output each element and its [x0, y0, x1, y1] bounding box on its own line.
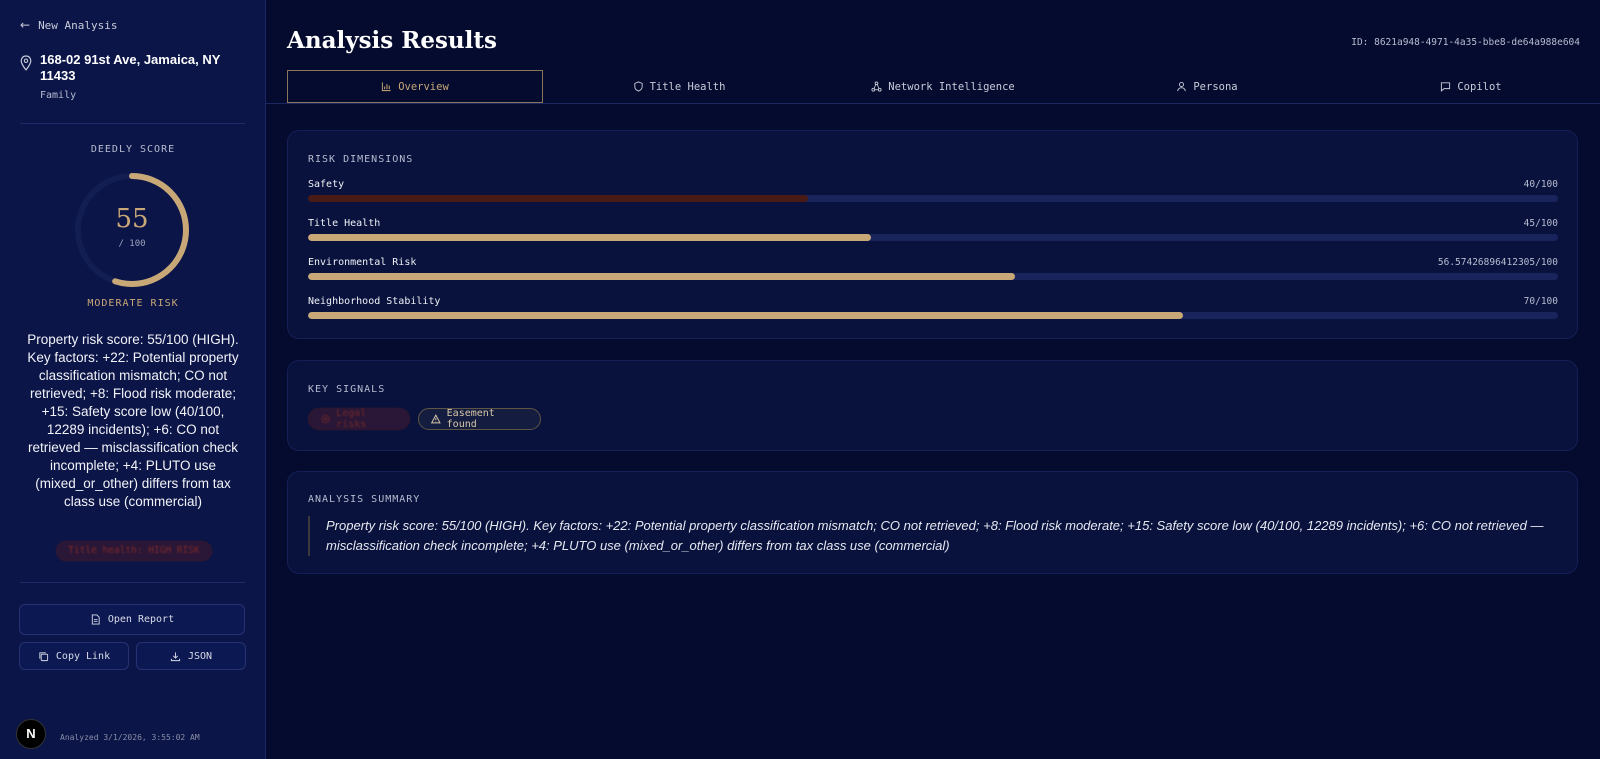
property-address: 168-02 91st Ave, Jamaica, NY 11433 [20, 52, 250, 84]
risk-level-label: MODERATE RISK [87, 298, 179, 309]
divider [20, 582, 245, 583]
tab-title-health[interactable]: Title Health [551, 70, 807, 103]
tab-bar: Overview Title Health Network Intelligen… [266, 70, 1600, 104]
score-value: 55 [115, 204, 149, 234]
tab-overview[interactable]: Overview [287, 70, 543, 103]
dimension-label: Title Health [308, 218, 381, 229]
tab-persona[interactable]: Persona [1079, 70, 1335, 103]
open-report-button[interactable]: Open Report [19, 604, 245, 635]
tab-label: Copilot [1457, 80, 1502, 93]
map-pin-icon [20, 55, 32, 71]
json-label: JSON [187, 650, 213, 662]
dimension-label: Neighborhood Stability [308, 296, 441, 307]
dimension-value: 56.57426896412305/100 [1437, 257, 1558, 268]
dimension-fill [308, 312, 1183, 319]
network-icon [871, 81, 882, 92]
signal-label: Legal risks [336, 408, 367, 430]
warning-triangle-icon [431, 414, 441, 424]
arrow-left-icon: ← [20, 18, 31, 32]
open-report-label: Open Report [107, 614, 175, 625]
page-title: Analysis Results [287, 27, 497, 54]
title-health-badge: Title health: HIGH RISK [56, 541, 212, 561]
new-analysis-label: New Analysis [38, 18, 118, 32]
signal-badge: Legal risks [308, 408, 410, 430]
persona-tag: Family [40, 90, 77, 101]
score-title: DEEDLY SCORE [90, 144, 176, 155]
key-signals-title: KEY SIGNALS [308, 384, 386, 395]
dimension-fill [308, 234, 871, 241]
dimension-label: Safety [308, 179, 345, 190]
user-icon [1177, 82, 1187, 92]
analysis-summary-title: ANALYSIS SUMMARY [308, 494, 421, 505]
tab-label: Title Health [649, 80, 726, 93]
signal-badge: Easement found [418, 408, 541, 430]
divider [20, 123, 245, 124]
dimension-value: 40/100 [1523, 179, 1558, 190]
chat-icon [1441, 82, 1451, 92]
tab-network-intelligence[interactable]: Network Intelligence [815, 70, 1071, 103]
analysis-id: ID: 8621a948-4971-4a35-bbe8-de64a988e604 [1351, 37, 1580, 48]
dimension-label: Environmental Risk [308, 257, 417, 268]
sidebar: ← New Analysis 168-02 91st Ave, Jamaica,… [0, 0, 266, 759]
score-max: / 100 [118, 239, 146, 249]
copy-link-label: Copy Link [55, 650, 111, 662]
risk-dimensions-title: RISK DIMENSIONS [308, 154, 414, 165]
dimension-fill [308, 273, 1016, 280]
file-icon [91, 614, 100, 625]
dimension-track [308, 273, 1558, 280]
signal-label: Easement found [446, 408, 495, 430]
shield-icon [633, 81, 643, 92]
analysis-summary-card: ANALYSIS SUMMARY Property risk score: 55… [287, 471, 1578, 574]
new-analysis-link[interactable]: ← New Analysis [20, 18, 118, 32]
address-text: 168-02 91st Ave, Jamaica, NY 11433 [40, 52, 221, 83]
json-download-button[interactable]: JSON [136, 642, 246, 670]
key-signals-card: KEY SIGNALS Legal risks Easement found [287, 360, 1578, 451]
dimension-value: 45/100 [1523, 218, 1558, 229]
bar-chart-icon [382, 82, 391, 92]
analyzed-timestamp: Analyzed 3/1/2026, 3:55:02 AM [60, 733, 200, 742]
risk-summary: Property risk score: 55/100 (HIGH). Key … [27, 332, 239, 509]
copy-icon [39, 651, 48, 661]
dimension-track [308, 312, 1558, 319]
tab-label: Overview [398, 80, 449, 93]
tab-label: Network Intelligence [888, 80, 1015, 93]
dimension-track [308, 195, 1558, 202]
risk-dimensions-card: RISK DIMENSIONS Safety 40/100 Title Heal… [287, 130, 1578, 339]
signal-list: Legal risks Easement found [308, 408, 708, 430]
analysis-summary-text: Property risk score: 55/100 (HIGH). Key … [308, 516, 1558, 556]
dimension-fill [308, 195, 808, 202]
dimension-track [308, 234, 1558, 241]
avatar[interactable]: N [16, 719, 46, 749]
download-icon [170, 651, 181, 661]
tab-copilot[interactable]: Copilot [1343, 70, 1599, 103]
copy-link-button[interactable]: Copy Link [19, 642, 129, 670]
alert-circle-icon [321, 414, 330, 424]
tab-label: Persona [1193, 80, 1238, 93]
dimension-value: 70/100 [1523, 296, 1558, 307]
